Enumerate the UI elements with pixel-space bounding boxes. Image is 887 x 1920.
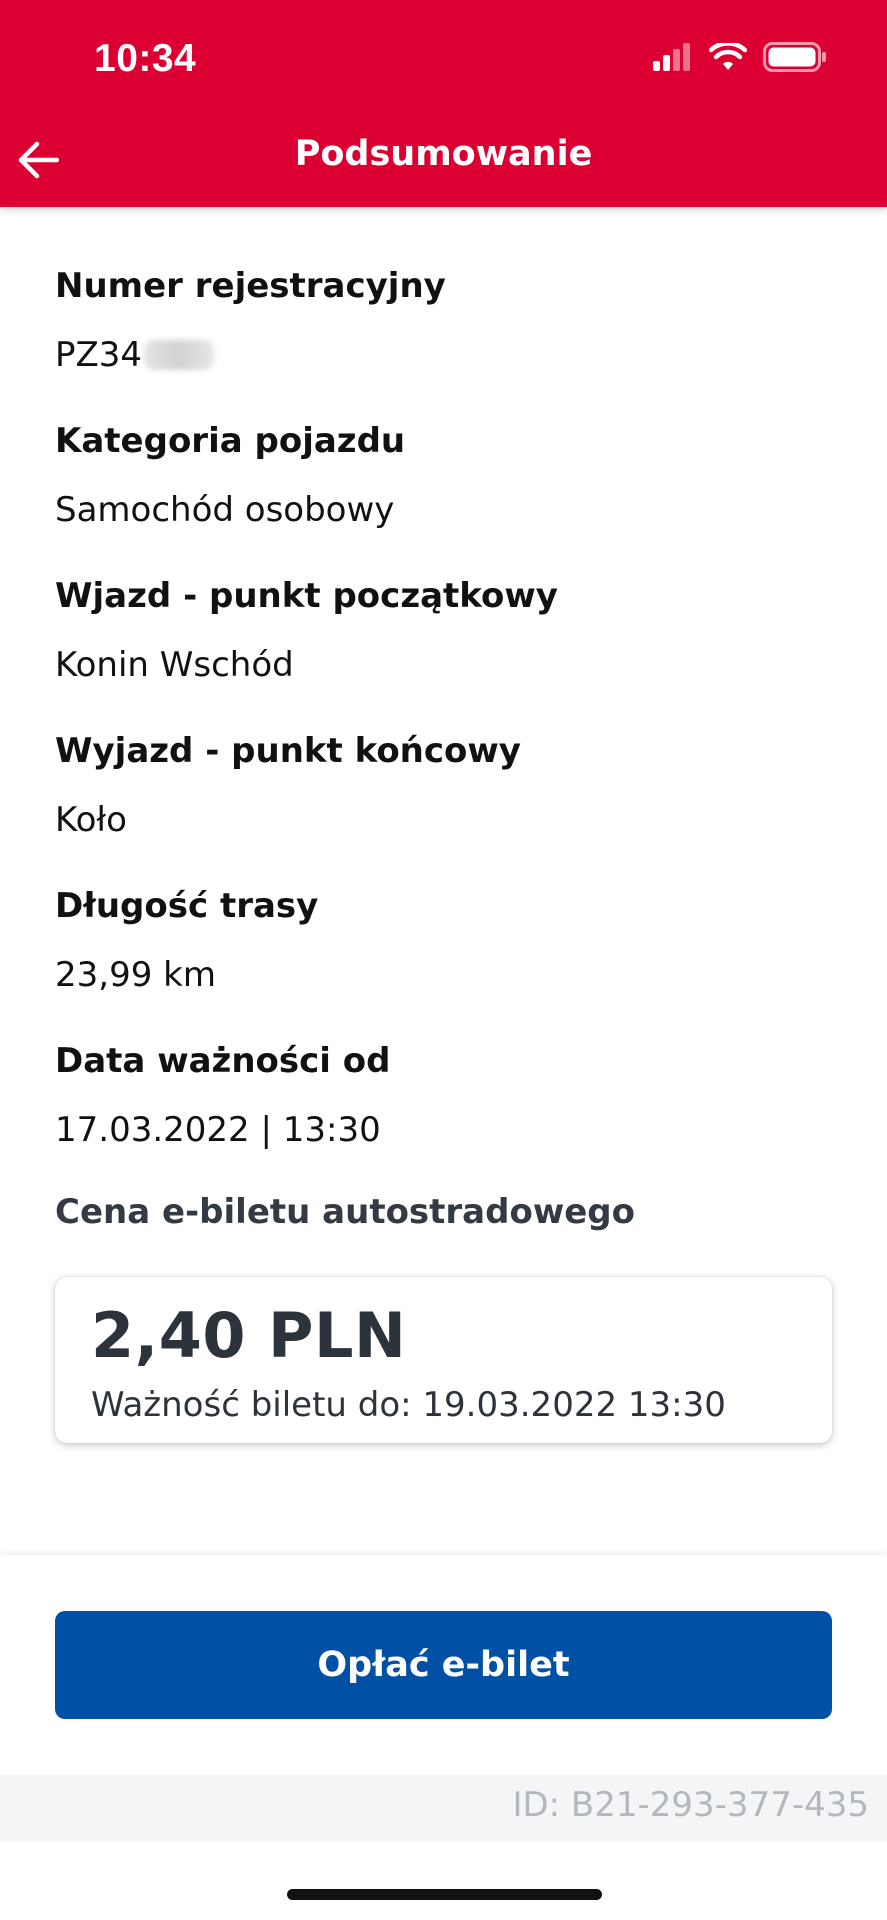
status-time: 10:34: [94, 37, 197, 80]
registration-label: Numer rejestracyjny: [55, 266, 446, 306]
entry-point-label: Wjazd - punkt początkowy: [55, 576, 558, 616]
valid-from-value: 17.03.2022 | 13:30: [55, 1110, 381, 1150]
exit-point-field: Wyjazd - punkt końcowy Koło: [55, 727, 835, 882]
route-length-field: Długość trasy 23,99 km: [55, 882, 835, 1037]
session-id: ID: B21-293-377-435: [512, 1785, 869, 1825]
registration-value: PZ34: [55, 335, 143, 375]
summary-section: Numer rejestracyjny PZ34 Kategoria pojaz…: [55, 262, 835, 1192]
ticket-validity: Ważność biletu do: 19.03.2022 13:30: [91, 1385, 726, 1425]
pay-ticket-button[interactable]: Opłać e-bilet: [55, 1611, 832, 1719]
status-icons: [653, 42, 827, 72]
entry-point-value: Konin Wschód: [55, 645, 294, 685]
exit-point-value: Koło: [55, 800, 127, 840]
id-footer: ID: B21-293-377-435: [0, 1775, 887, 1842]
exit-point-label: Wyjazd - punkt końcowy: [55, 731, 521, 771]
price-label: Cena e-biletu autostradowego: [55, 1192, 635, 1232]
bottom-action-bar: Opłać e-bilet: [0, 1555, 887, 1775]
wifi-icon: [709, 43, 747, 71]
page-title: Podsumowanie: [294, 134, 593, 174]
registration-field: Numer rejestracyjny PZ34: [55, 262, 835, 417]
route-length-value: 23,99 km: [55, 955, 216, 995]
battery-icon: [763, 42, 827, 72]
price-amount: 2,40 PLN: [91, 1299, 407, 1372]
home-indicator: [287, 1889, 602, 1900]
redacted-plate-digits: [144, 340, 215, 370]
valid-from-field: Data ważności od 17.03.2022 | 13:30: [55, 1037, 835, 1192]
entry-point-field: Wjazd - punkt początkowy Konin Wschód: [55, 572, 835, 727]
signal-icon: [653, 43, 693, 71]
valid-from-label: Data ważności od: [55, 1041, 391, 1081]
vehicle-category-value: Samochód osobowy: [55, 490, 395, 530]
vehicle-category-label: Kategoria pojazdu: [55, 421, 406, 461]
vehicle-category-field: Kategoria pojazdu Samochód osobowy: [55, 417, 835, 572]
app-header: 10:34 Podsumowanie: [0, 0, 887, 207]
route-length-label: Długość trasy: [55, 886, 319, 926]
price-card: 2,40 PLN Ważność biletu do: 19.03.2022 1…: [55, 1277, 832, 1443]
